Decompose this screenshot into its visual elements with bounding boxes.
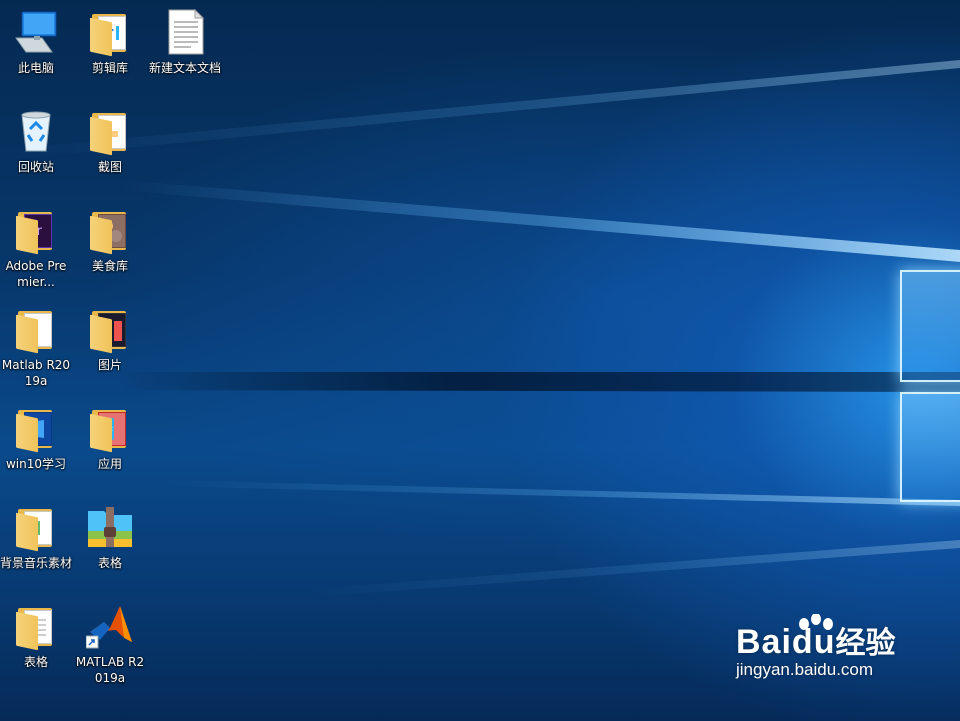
desktop-icon-table-folder[interactable]: 表格: [0, 602, 72, 670]
folder-icon: [86, 206, 134, 255]
desktop-icon-win10-study[interactable]: win10学习: [0, 404, 72, 472]
desktop-icon-label: Adobe Premier...: [5, 259, 67, 289]
folder-icon: [12, 503, 60, 552]
desktop-icon-adobe-premier[interactable]: Pr Adobe Premier...: [0, 206, 72, 290]
archive-icon: [86, 503, 134, 551]
folder-icon: Pr: [12, 206, 60, 255]
folder-icon: [86, 305, 134, 354]
folder-icon: ✱: [86, 404, 134, 453]
desktop-icon-label: 回收站: [17, 160, 54, 174]
matlab-shortcut-icon: [85, 602, 134, 650]
watermark-brand-latin: Bai: [736, 623, 792, 661]
desktop-icon-apps[interactable]: ✱ 应用: [74, 404, 146, 472]
desktop[interactable]: 此电脑 剪辑库 新建文本文档 回收站 截图 Adobe Premier... 美…: [0, 0, 960, 721]
desktop-icon-label: 表格: [97, 556, 122, 570]
folder-icon: [86, 107, 134, 156]
computer-icon: [12, 8, 60, 56]
desktop-icon-matlab-shortcut[interactable]: MATLAB R2019a: [74, 602, 146, 686]
desktop-icon-label: 截图: [97, 160, 122, 174]
desktop-icon-label: win10学习: [5, 457, 67, 471]
desktop-icon-food-library[interactable]: 美食库: [74, 206, 146, 274]
windows-logo-pane-top: [900, 270, 960, 382]
desktop-icon-background-music[interactable]: 背景音乐素材: [0, 503, 72, 571]
desktop-icon-this-pc[interactable]: 此电脑: [0, 8, 72, 76]
desktop-icon-label: 图片: [97, 358, 122, 372]
text-document-icon: [161, 8, 209, 56]
desktop-icon-label: 美食库: [91, 259, 128, 273]
desktop-icon-screenshots[interactable]: 截图: [74, 107, 146, 175]
desktop-icon-label: 表格: [23, 655, 48, 669]
desktop-icon-label: 此电脑: [17, 61, 54, 75]
desktop-icon-recycle-bin[interactable]: 回收站: [0, 107, 72, 175]
desktop-icon-label: MATLAB R2019a: [75, 655, 145, 685]
watermark-brand-cn: 经验: [835, 626, 896, 661]
paw-icon: [799, 614, 833, 630]
desktop-icon-label: Matlab R2019a: [1, 358, 71, 388]
desktop-icon-label: 新建文本文档: [149, 61, 222, 75]
folder-icon: [12, 305, 60, 354]
desktop-icon-label: 剪辑库: [91, 61, 128, 75]
windows-logo-pane-bottom: [900, 392, 960, 502]
desktop-icon-label: 应用: [97, 457, 122, 471]
desktop-icon-pictures[interactable]: 图片: [74, 305, 146, 373]
folder-icon: [86, 8, 134, 57]
desktop-icon-table-archive[interactable]: 表格: [74, 503, 146, 571]
folder-icon: [12, 404, 60, 453]
desktop-icon-clip-library[interactable]: 剪辑库: [74, 8, 146, 76]
desktop-icon-matlab-folder[interactable]: Matlab R2019a: [0, 305, 72, 389]
desktop-icon-label: 背景音乐素材: [0, 556, 73, 570]
recycle-bin-icon: [12, 107, 60, 155]
desktop-icon-new-text-document[interactable]: 新建文本文档: [149, 8, 221, 76]
folder-icon: [12, 602, 60, 651]
watermark-url: jingyan.baidu.com: [736, 660, 874, 679]
baidu-jingyan-watermark: Baidu经验 jingyan.baidu.com: [736, 614, 896, 680]
